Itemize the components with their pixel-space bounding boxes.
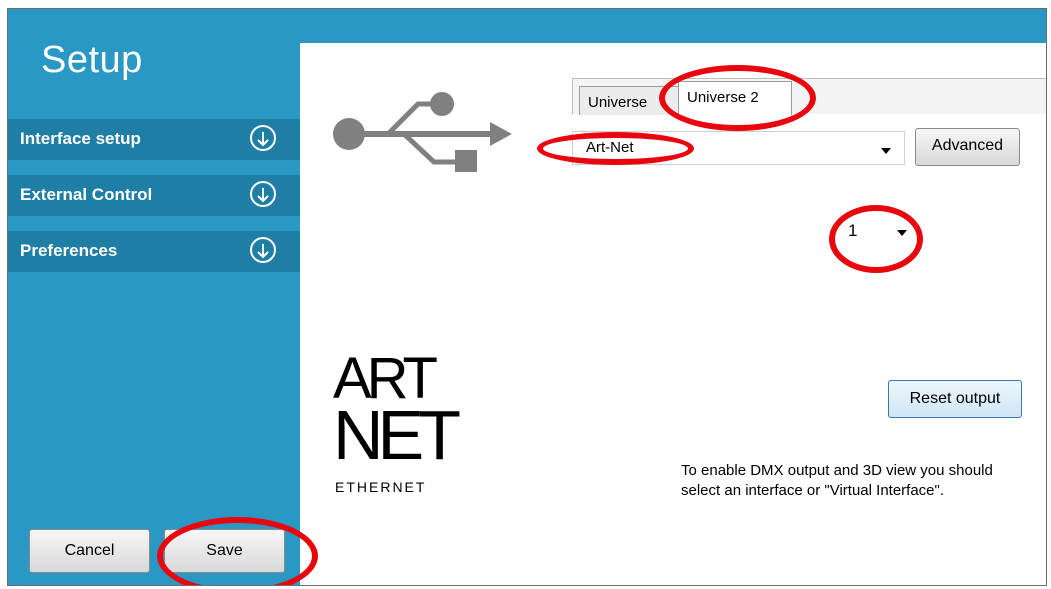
arrow-down-circle-icon[interactable] [250,125,276,151]
header-bar [300,9,1046,43]
cancel-button[interactable]: Cancel [29,529,150,573]
tab-universe-1[interactable]: Universe [579,86,689,115]
chevron-down-icon [897,230,907,236]
sidebar: Setup Interface setup External Control P… [8,9,300,585]
setup-window: Setup Interface setup External Control P… [7,8,1047,586]
universe-tabs: Universe Universe 2 [572,78,1046,115]
usb-icon [330,89,515,175]
sidebar-item-interface-setup[interactable]: Interface setup [8,119,300,160]
page-title: Setup [41,39,143,81]
arrow-down-circle-icon[interactable] [250,237,276,263]
save-button[interactable]: Save [164,529,285,573]
tab-universe-2[interactable]: Universe 2 [678,81,792,115]
chevron-down-icon [881,148,891,154]
interface-select[interactable]: Art-Net [572,131,905,165]
sidebar-item-preferences[interactable]: Preferences [8,231,300,272]
sidebar-item-label: Preferences [20,241,118,260]
artnet-logo: ART NET ETHERNET [333,349,503,499]
universe-number-select[interactable]: 1 [839,213,915,249]
arrow-down-circle-icon[interactable] [250,181,276,207]
interface-hint-text: To enable DMX output and 3D view you sho… [681,462,993,499]
artnet-logo-line3: ETHERNET [335,479,427,495]
interface-select-value: Art-Net [586,139,634,156]
universe-number-value: 1 [848,221,858,240]
sidebar-item-label: External Control [20,185,153,204]
sidebar-item-label: Interface setup [20,129,141,148]
reset-output-button[interactable]: Reset output [888,380,1022,418]
advanced-button[interactable]: Advanced [915,128,1020,166]
artnet-logo-line2: NET [333,396,461,474]
sidebar-item-external-control[interactable]: External Control [8,175,300,216]
